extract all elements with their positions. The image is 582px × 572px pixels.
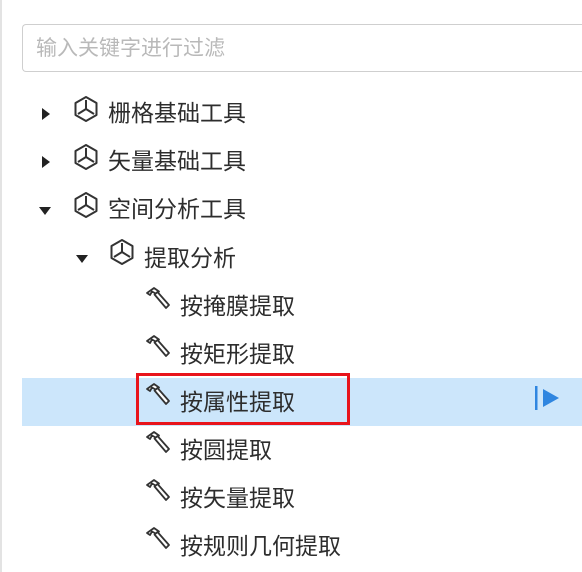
collapse-arrow-icon[interactable] <box>39 207 51 215</box>
tree-node-extract-by-regular-geometry[interactable]: 按规则几何提取 <box>0 522 582 570</box>
cube-icon <box>74 96 98 122</box>
tree-node-label: 按属性提取 <box>180 390 295 416</box>
tree-node-extract-by-rectangle[interactable]: 按矩形提取 <box>0 330 582 378</box>
cube-icon <box>74 144 98 170</box>
tree-node-extract-analysis[interactable]: 提取分析 <box>0 234 582 282</box>
tree-node-label: 按圆提取 <box>180 438 272 464</box>
cube-icon <box>110 239 134 265</box>
run-bar <box>535 386 538 410</box>
tree-node-label: 提取分析 <box>144 246 236 272</box>
run-tool-button[interactable] <box>532 385 562 411</box>
hammer-icon <box>146 431 170 453</box>
play-icon <box>543 389 559 407</box>
tree-node-label: 空间分析工具 <box>108 197 246 223</box>
tree-node-extract-by-mask[interactable]: 按掩膜提取 <box>0 282 582 330</box>
hammer-icon <box>146 335 170 357</box>
tree-node-extract-by-circle[interactable]: 按圆提取 <box>0 426 582 474</box>
tree-node-label: 矢量基础工具 <box>108 149 246 175</box>
tree-node-vector-tools[interactable]: 矢量基础工具 <box>0 138 582 186</box>
expand-arrow-icon[interactable] <box>42 156 50 168</box>
tree-node-extract-by-vector[interactable]: 按矢量提取 <box>0 474 582 522</box>
tree-node-label: 按矩形提取 <box>180 342 295 368</box>
tree-node-spatial-analysis[interactable]: 空间分析工具 <box>0 186 582 234</box>
hammer-icon <box>146 383 170 405</box>
collapse-arrow-icon[interactable] <box>76 255 88 263</box>
hammer-icon <box>146 527 170 549</box>
tree-node-label: 按规则几何提取 <box>180 534 341 560</box>
tree-node-extract-by-attribute[interactable]: 按属性提取 <box>22 378 582 426</box>
tree-node-label: 按掩膜提取 <box>180 294 295 320</box>
expand-arrow-icon[interactable] <box>42 108 50 120</box>
cube-icon <box>74 192 98 218</box>
hammer-icon <box>146 287 170 309</box>
tree-node-label: 栅格基础工具 <box>108 101 246 127</box>
filter-box <box>22 24 582 72</box>
tree-node-raster-tools[interactable]: 栅格基础工具 <box>0 90 582 138</box>
hammer-icon <box>146 479 170 501</box>
tree-node-label: 按矢量提取 <box>180 486 295 512</box>
filter-input[interactable] <box>23 25 582 71</box>
